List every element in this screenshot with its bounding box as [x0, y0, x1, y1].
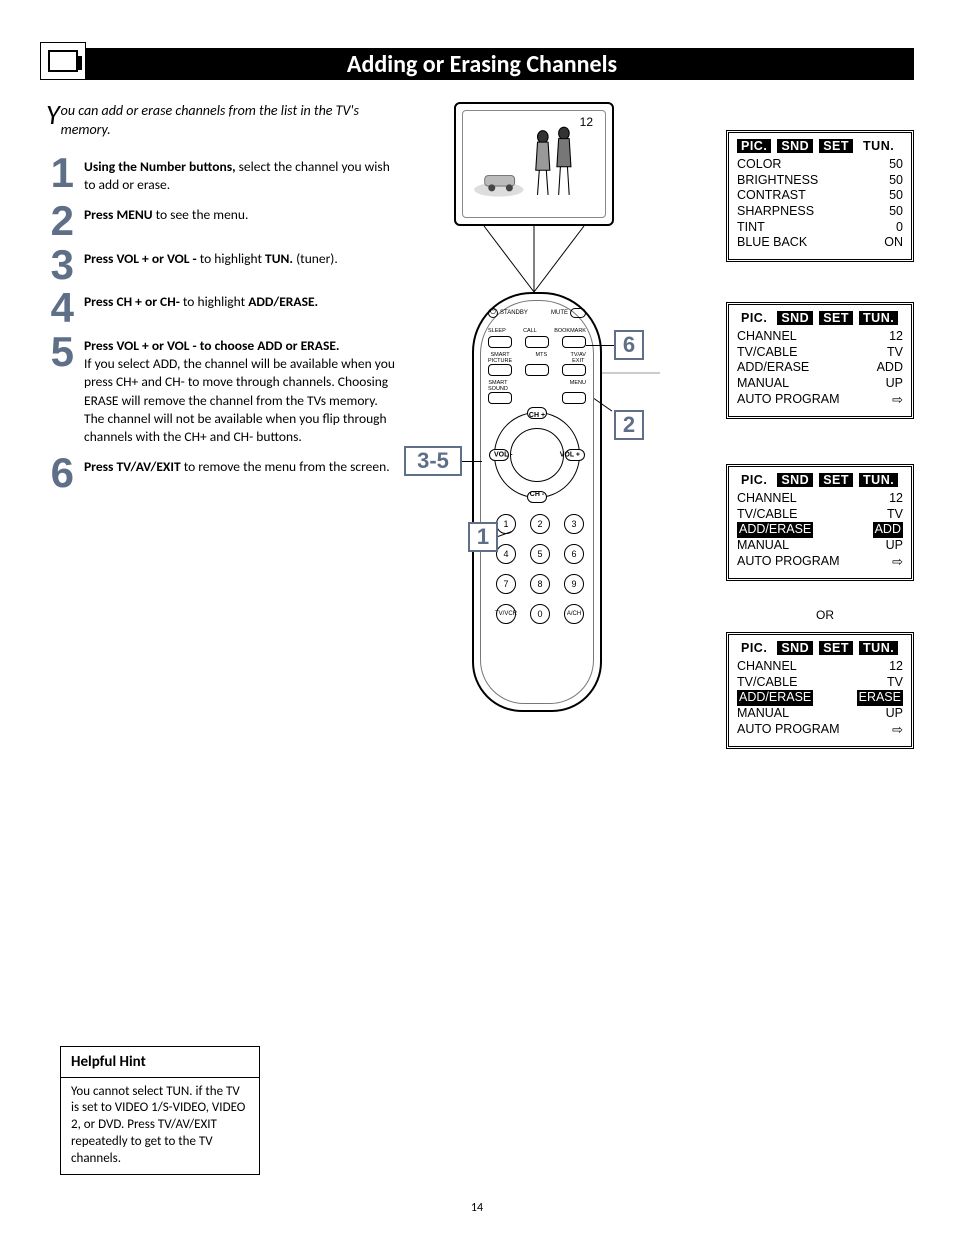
mute-button: MUTE [546, 308, 586, 318]
step-number: 5 [40, 335, 74, 446]
page-title: Adding or Erasing Channels [347, 50, 617, 79]
tv-screen: 12 [462, 110, 606, 218]
step-number: 1 [40, 156, 74, 194]
or-label: OR [816, 608, 834, 622]
intro-dropcap: Y [46, 102, 60, 127]
step-text: Press VOL + or VOL - to choose ADD or ER… [84, 335, 400, 446]
step-rest: to highlight [197, 250, 265, 267]
step-rest2: (tuner). [293, 250, 338, 267]
content-row: You can add or erase channels from the l… [40, 102, 914, 922]
step-text: Press VOL + or VOL - to highlight TUN. (… [84, 248, 338, 282]
title-bar: Adding or Erasing Channels [50, 48, 914, 80]
number-pad: 123 456 789 TV/VCR0A/CH [496, 514, 578, 624]
diagram-column: 12 [424, 102, 914, 922]
step-1: 1 Using the Number buttons, select the c… [40, 156, 400, 194]
step-rest: to remove the menu from the screen. [181, 458, 390, 475]
nav-ring: CH + CH - VOL - VOL + [494, 412, 580, 498]
steps-list: 1 Using the Number buttons, select the c… [40, 156, 400, 490]
hint-title: Helpful Hint [61, 1047, 259, 1077]
step-4: 4 Press CH + or CH- to highlight ADD/ERA… [40, 291, 400, 325]
step-rest: to see the menu. [153, 206, 249, 223]
osd-tuner-menu-a: PIC. SND SET TUN. CHANNEL12 TV/CABLETV A… [726, 302, 914, 419]
step-5: 5 Press VOL + or VOL - to choose ADD or … [40, 335, 400, 446]
page-number: 14 [0, 1201, 954, 1215]
step-number: 4 [40, 291, 74, 325]
intro-rest: ou can add or erase channels from the li… [61, 102, 359, 138]
step-number: 2 [40, 204, 74, 238]
step-bold: Press TV/AV/EXIT [84, 458, 181, 475]
remote-illustration: ⏻STANDBY MUTE SLEEPCALLBOOKMARK SMART PI… [472, 292, 602, 712]
page: Adding or Erasing Channels You can add o… [0, 0, 954, 1235]
tv-illustration: 12 [454, 102, 614, 226]
helpful-hint-box: Helpful Hint You cannot select TUN. if t… [60, 1046, 260, 1175]
step-bold: Press VOL + or VOL - to choose ADD or ER… [84, 337, 340, 354]
step-text: Press CH + or CH- to highlight ADD/ERASE… [84, 291, 318, 325]
osd-tuner-menu-erase: PIC. SND SET TUN. CHANNEL12 TV/CABLETV A… [726, 632, 914, 749]
step-bold2: ADD/ERASE. [248, 293, 318, 310]
step-rest: to highlight [180, 293, 248, 310]
callout-3-5: 3-5 [404, 446, 462, 476]
step-bold: Press VOL + or VOL - [84, 250, 197, 267]
step-bold: Using the Number buttons, [84, 158, 236, 175]
tv-icon [48, 50, 78, 72]
step-bold: Press CH + or CH- [84, 293, 180, 310]
step-3: 3 Press VOL + or VOL - to highlight TUN.… [40, 248, 400, 282]
step-bold2: TUN. [265, 250, 293, 267]
step-text: Press MENU to see the menu. [84, 204, 248, 238]
tv-scene-icon [471, 121, 597, 209]
callout-6: 6 [614, 330, 644, 360]
step-2: 2 Press MENU to see the menu. [40, 204, 400, 238]
step-text: Press TV/AV/EXIT to remove the menu from… [84, 456, 390, 490]
hint-body: You cannot select TUN. if the TV is set … [61, 1078, 259, 1174]
callout-1: 1 [468, 522, 498, 552]
intro-text: You can add or erase channels from the l… [46, 102, 400, 140]
title-icon-box [40, 42, 86, 80]
step-rest: If you select ADD, the channel will be a… [84, 355, 395, 445]
callout-2: 2 [614, 410, 644, 440]
step-6: 6 Press TV/AV/EXIT to remove the menu fr… [40, 456, 400, 490]
step-text: Using the Number buttons, select the cha… [84, 156, 400, 194]
step-number: 6 [40, 456, 74, 490]
step-number: 3 [40, 248, 74, 282]
step-bold: Press MENU [84, 206, 153, 223]
standby-button: ⏻STANDBY [488, 308, 538, 318]
osd-tuner-menu-add: PIC. SND SET TUN. CHANNEL12 TV/CABLETV A… [726, 464, 914, 581]
osd-picture-menu: PIC. SND SET TUN. COLOR50 BRIGHTNESS50 C… [726, 130, 914, 262]
instructions-column: You can add or erase channels from the l… [40, 102, 400, 922]
